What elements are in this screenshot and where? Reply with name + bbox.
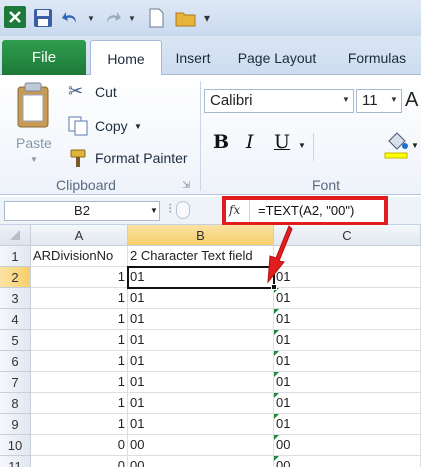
callout-arrow <box>267 225 293 284</box>
